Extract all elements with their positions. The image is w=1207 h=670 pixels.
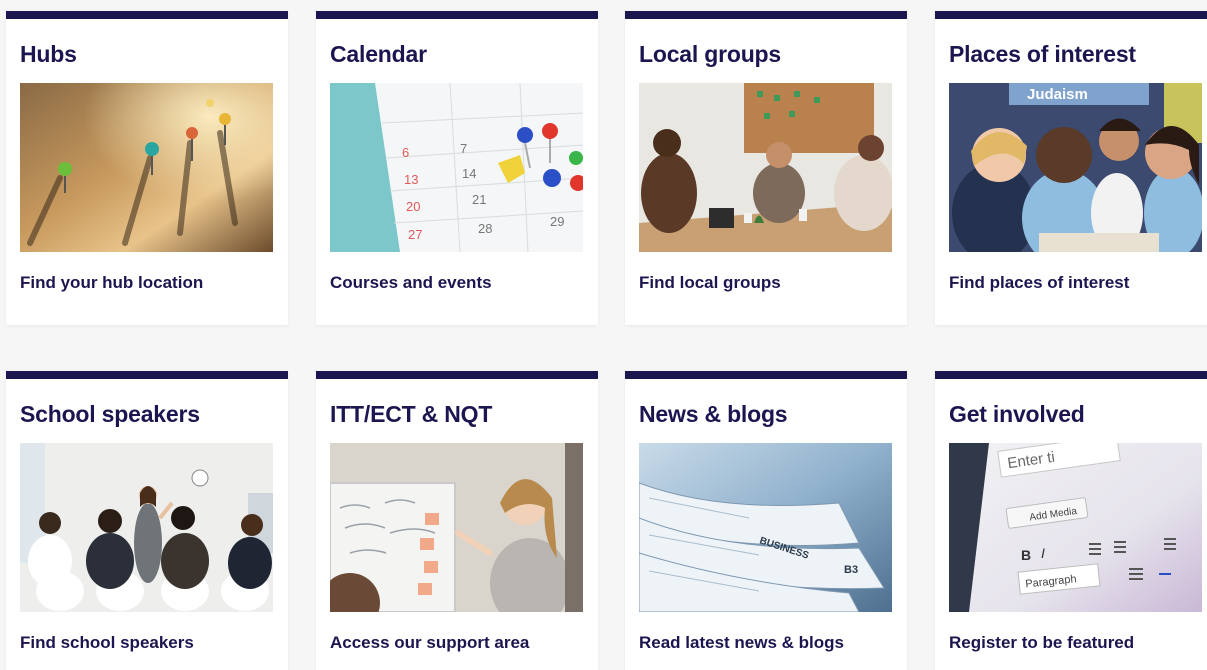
newspapers-photo: BUSINESS B3	[639, 443, 892, 612]
card-title: Calendar	[330, 41, 427, 67]
map-pins-photo	[20, 83, 273, 252]
map-pins-image[interactable]	[20, 83, 273, 252]
card-link[interactable]: Find school speakers	[20, 633, 194, 653]
speaker-presentation-photo	[20, 443, 273, 612]
group-meeting-photo	[639, 83, 892, 252]
card-local-groups[interactable]: Local groups Find local groups	[625, 11, 907, 325]
italic-icon: I	[1041, 545, 1045, 561]
teacher-whiteboard-photo	[330, 443, 583, 612]
calendar-date: 29	[550, 214, 564, 229]
card-link[interactable]: Find local groups	[639, 273, 781, 293]
card-hubs[interactable]: Hubs Find your hub location	[6, 11, 288, 325]
cards-grid: Hubs Find your hub location Calendar 6 7…	[0, 0, 1207, 670]
card-title: ITT/ECT & NQT	[330, 401, 493, 427]
card-link[interactable]: Access our support area	[330, 633, 529, 653]
children-learning-image[interactable]: Judaism	[949, 83, 1202, 252]
calendar-date: 6	[402, 145, 409, 160]
calendar-date: 20	[406, 199, 420, 214]
calendar-pins-image[interactable]: 6 7 13 14 20 21 27 28 29	[330, 83, 583, 252]
card-title: Hubs	[20, 41, 77, 67]
card-title: Local groups	[639, 41, 782, 67]
calendar-pins-photo: 6 7 13 14 20 21 27 28 29	[330, 83, 583, 252]
card-title: School speakers	[20, 401, 200, 427]
group-meeting-image[interactable]	[639, 83, 892, 252]
card-title: Places of interest	[949, 41, 1136, 67]
children-learning-photo: Judaism	[949, 83, 1202, 252]
calendar-date: 21	[472, 192, 486, 207]
card-link[interactable]: Read latest news & blogs	[639, 633, 844, 653]
card-link[interactable]: Courses and events	[330, 273, 492, 293]
bold-icon: B	[1021, 547, 1031, 563]
card-link[interactable]: Find places of interest	[949, 273, 1129, 293]
card-link[interactable]: Register to be featured	[949, 633, 1134, 653]
calendar-date: 13	[404, 172, 418, 187]
card-title: Get involved	[949, 401, 1085, 427]
newspapers-image[interactable]: BUSINESS B3	[639, 443, 892, 612]
calendar-date: 7	[460, 141, 467, 156]
card-itt-ect-nqt[interactable]: ITT/ECT & NQT Access our support area	[316, 371, 598, 670]
editor-screen-photo: Enter ti Add Media B I Paragraph	[949, 443, 1202, 612]
editor-screen-image[interactable]: Enter ti Add Media B I Paragraph	[949, 443, 1202, 612]
newspaper-page: B3	[844, 564, 858, 576]
teacher-whiteboard-image[interactable]	[330, 443, 583, 612]
sign-text: Judaism	[1027, 86, 1088, 103]
card-news-blogs[interactable]: News & blogs BUSINESS B3 Read latest new…	[625, 371, 907, 670]
speaker-presentation-image[interactable]	[20, 443, 273, 612]
calendar-date: 14	[462, 166, 476, 181]
card-get-involved[interactable]: Get involved Enter ti Add Media B I Para…	[935, 371, 1207, 670]
card-title: News & blogs	[639, 401, 788, 427]
calendar-date: 27	[408, 227, 422, 242]
calendar-date: 28	[478, 221, 492, 236]
card-school-speakers[interactable]: School speakers Find school speakers	[6, 371, 288, 670]
card-link[interactable]: Find your hub location	[20, 273, 203, 293]
card-places-of-interest[interactable]: Places of interest Judaism Find places o…	[935, 11, 1207, 325]
card-calendar[interactable]: Calendar 6 7 13 14 20 21 27 28 29 Course…	[316, 11, 598, 325]
